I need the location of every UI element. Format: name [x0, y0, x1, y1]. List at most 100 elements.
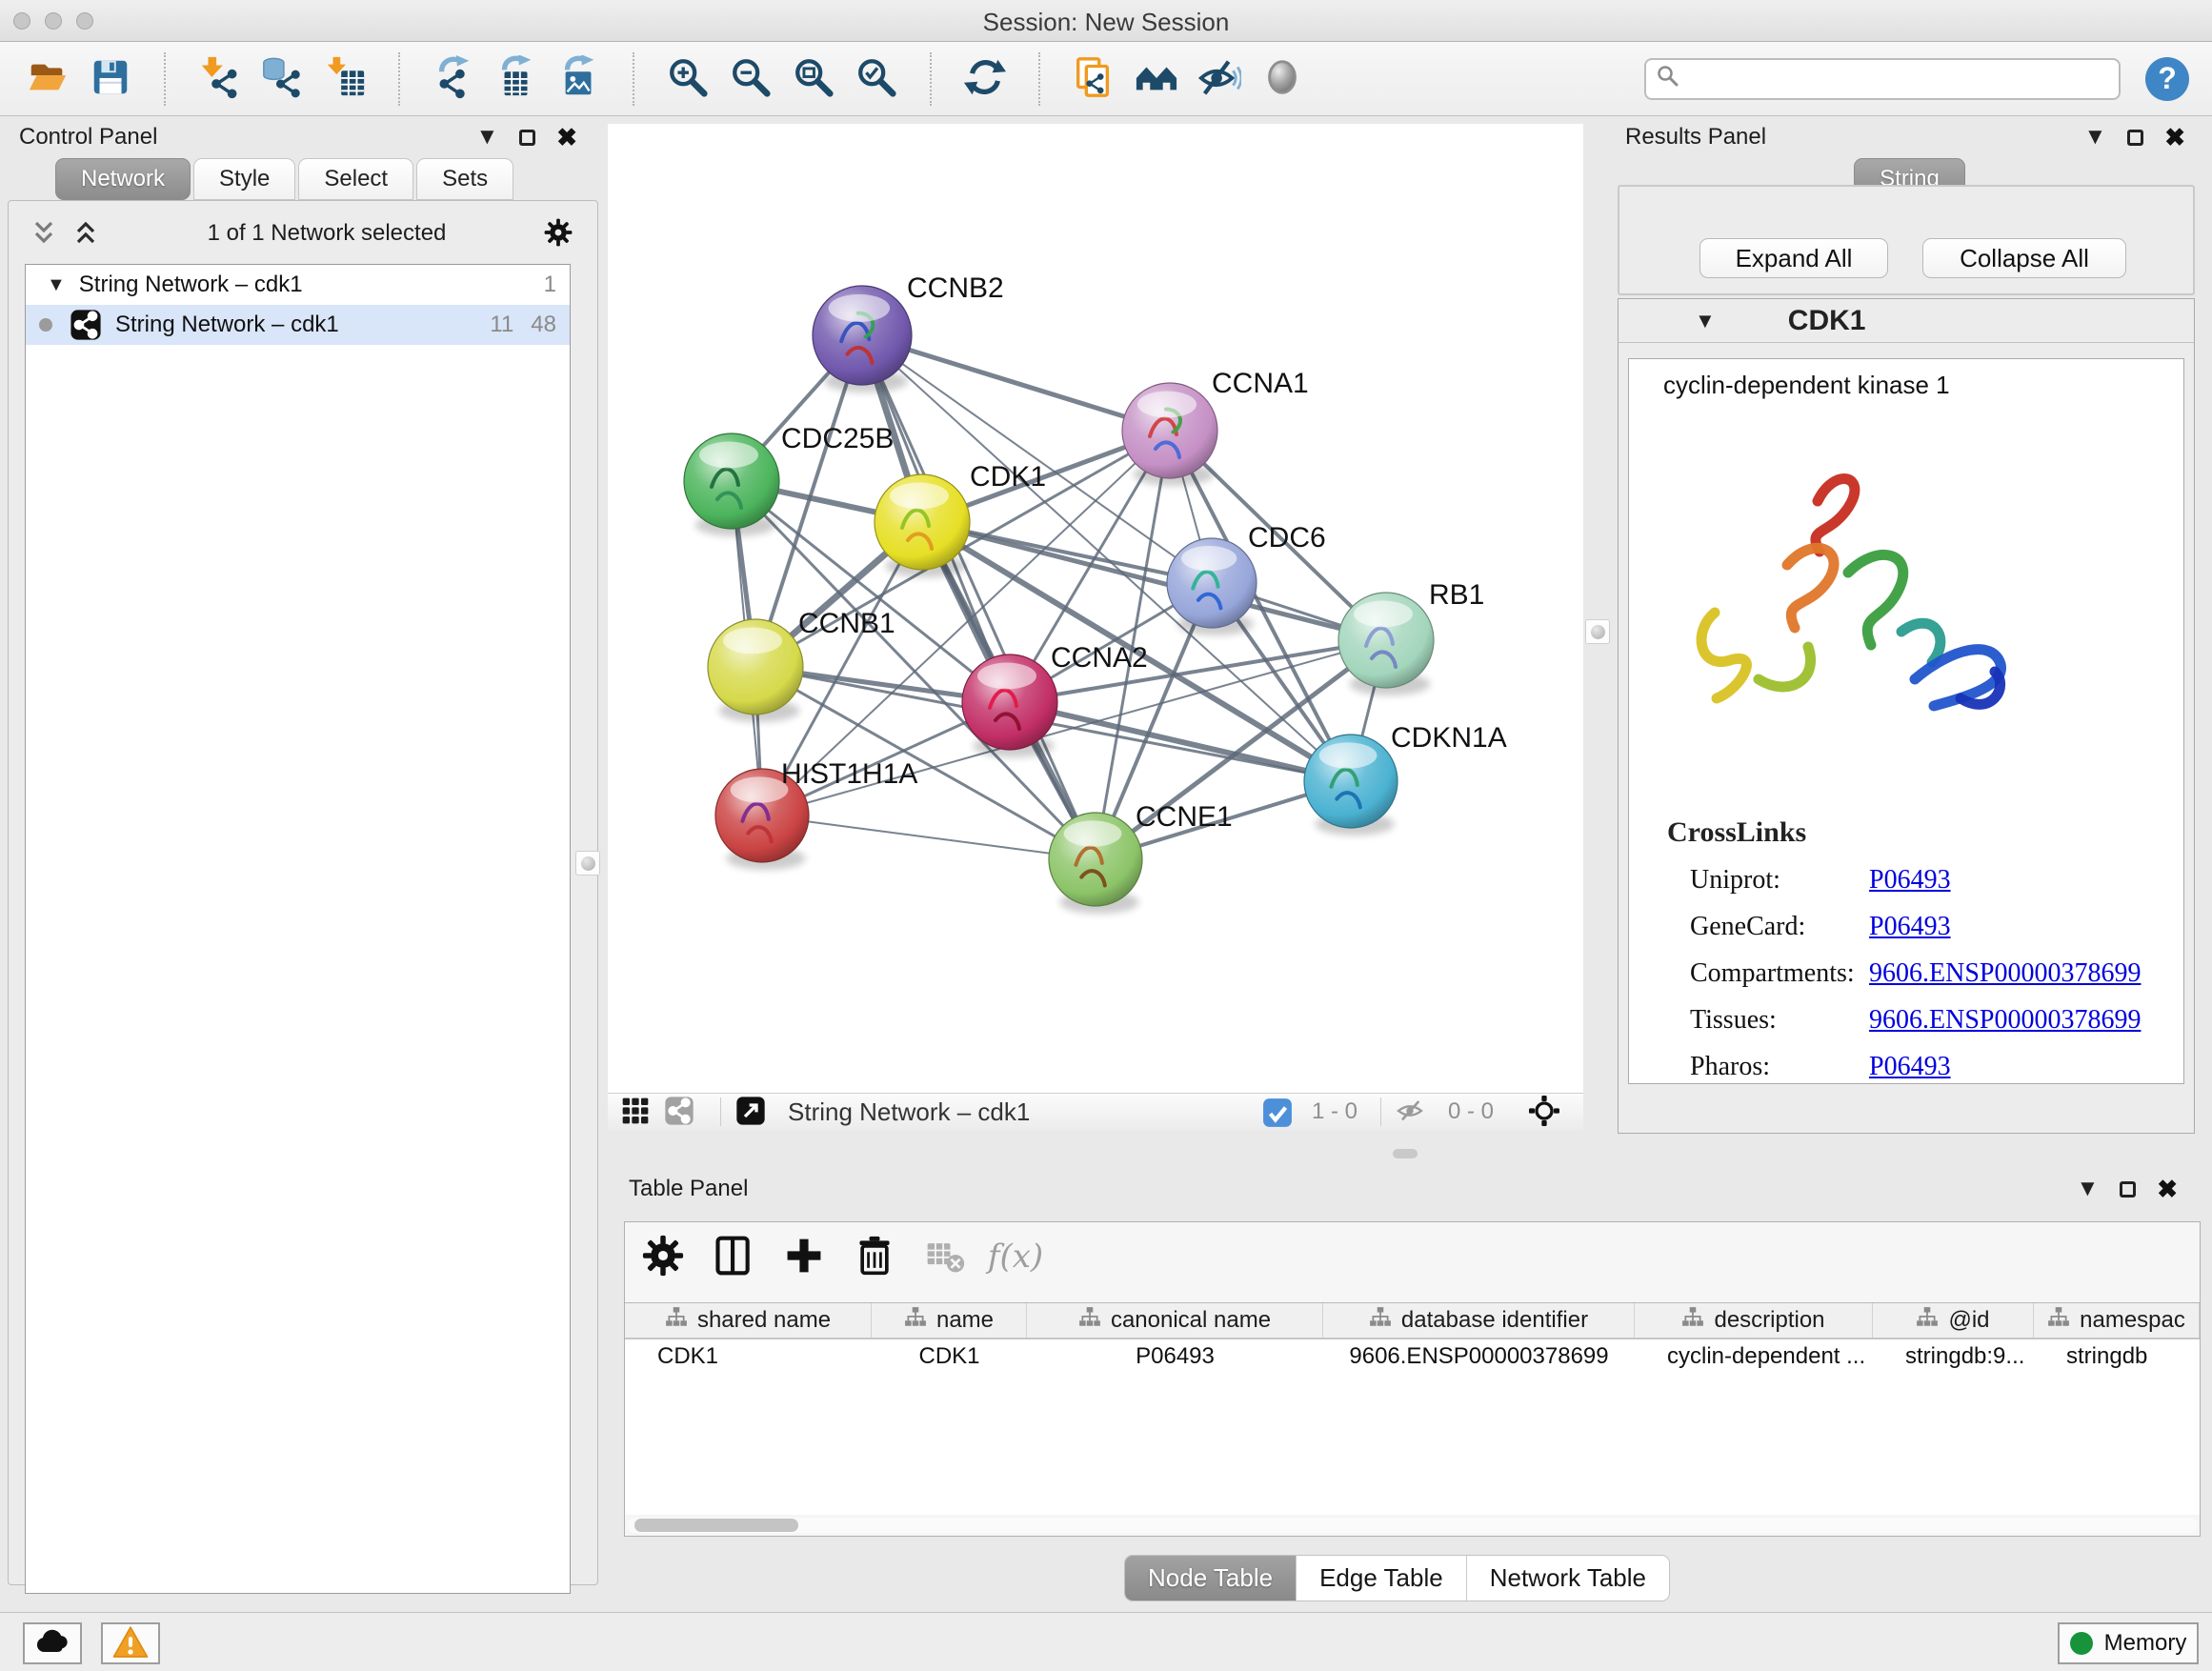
export-image-button[interactable] — [554, 54, 604, 104]
edge-HIST1H1A-CCNE1[interactable] — [762, 815, 1096, 859]
node-label-CCNB2: CCNB2 — [907, 272, 1004, 304]
clone-network-button[interactable] — [1069, 54, 1118, 104]
save-session-icon — [89, 55, 132, 102]
collapse-all-networks-icon[interactable] — [30, 218, 58, 250]
results-panel-float-icon[interactable] — [2127, 130, 2143, 146]
results-panel-close-icon[interactable]: ✖ — [2164, 125, 2185, 150]
node-CCNA1[interactable] — [1122, 383, 1217, 486]
function-builder-button[interactable]: f(x) — [991, 1232, 1040, 1281]
export-table-button[interactable] — [492, 54, 541, 104]
table-cell: stringdb — [2034, 1339, 2200, 1374]
help-button[interactable]: ? — [2145, 57, 2189, 101]
save-session-button[interactable] — [86, 54, 135, 104]
level-of-detail-button[interactable] — [1257, 54, 1307, 104]
node-CDK1[interactable] — [875, 474, 970, 577]
crosslink-link[interactable]: 9606.ENSP00000378699 — [1869, 1005, 2141, 1036]
control-panel-collapse-icon[interactable]: ▼ — [475, 126, 498, 149]
apply-preferred-layout-button[interactable] — [960, 54, 1010, 104]
delete-columns-button[interactable] — [850, 1232, 899, 1281]
string-network-graph[interactable]: CCNB2CCNA1CDC25BCDK1CDC6RB1CCNB1CCNA2CDK… — [608, 124, 1583, 1093]
results-panel-collapse-icon[interactable]: ▼ — [2083, 126, 2106, 149]
show-hide-columns-button[interactable] — [709, 1232, 758, 1281]
node-CDKN1A[interactable] — [1304, 735, 1398, 836]
network-row-selected[interactable]: String Network – cdk1 11 48 — [26, 305, 570, 345]
node-RB1[interactable] — [1338, 593, 1434, 695]
hide-graphics-details-button[interactable] — [1195, 54, 1244, 104]
import-network-from-database-button[interactable] — [257, 54, 307, 104]
crosslink-link[interactable]: P06493 — [1869, 1052, 1951, 1082]
column-header--id[interactable]: @id — [1873, 1303, 2034, 1338]
zoom-in-button[interactable] — [663, 54, 713, 104]
zoom-out-button[interactable] — [726, 54, 775, 104]
tab-network[interactable]: Network — [55, 158, 191, 200]
table-panel-float-icon[interactable] — [2120, 1181, 2136, 1198]
column-header-description[interactable]: description — [1635, 1303, 1873, 1338]
zoom-fit-content-button[interactable] — [789, 54, 838, 104]
tab-sets[interactable]: Sets — [416, 158, 513, 200]
network-label: String Network – cdk1 — [115, 312, 473, 338]
horizontal-splitter-handle[interactable] — [1393, 1149, 1418, 1158]
warnings-button[interactable] — [101, 1622, 160, 1664]
edge-CCNA2-CDKN1A[interactable] — [1010, 702, 1351, 781]
table-toolbar: f(x) — [638, 1232, 1040, 1281]
column-header-database-identifier[interactable]: database identifier — [1323, 1303, 1635, 1338]
collection-expander-icon[interactable]: ▼ — [47, 274, 66, 296]
network-collection-row[interactable]: ▼ String Network – cdk1 1 — [26, 265, 570, 305]
network-view-canvas[interactable]: CCNB2CCNA1CDC25BCDK1CDC6RB1CCNB1CCNA2CDK… — [608, 124, 1583, 1093]
cloud-status-button[interactable] — [23, 1622, 82, 1664]
export-network-button[interactable] — [429, 54, 478, 104]
column-header-shared-name[interactable]: shared name — [625, 1303, 872, 1338]
open-in-browser-icon[interactable] — [734, 1096, 767, 1128]
tab-network-table[interactable]: Network Table — [1467, 1556, 1669, 1601]
left-splitter-handle[interactable] — [575, 851, 600, 876]
column-header-namespac[interactable]: namespac — [2034, 1303, 2200, 1338]
node-CCNB1[interactable] — [708, 619, 803, 722]
table-row[interactable]: CDK1CDK1P064939606.ENSP00000378699cyclin… — [625, 1339, 2200, 1374]
search-input[interactable] — [1688, 62, 2109, 96]
control-panel-float-icon[interactable] — [519, 130, 535, 146]
right-splitter-handle[interactable] — [1585, 619, 1610, 644]
delete-table-button[interactable] — [920, 1232, 970, 1281]
expand-all-button[interactable]: Expand All — [1699, 238, 1888, 278]
gene-entry-header[interactable]: ▼ CDK1 — [1619, 299, 2194, 343]
control-panel-close-icon[interactable]: ✖ — [556, 125, 577, 150]
delete-columns-icon — [854, 1235, 895, 1279]
tab-edge-table[interactable]: Edge Table — [1297, 1556, 1467, 1601]
column-label: shared name — [697, 1307, 831, 1334]
crosslink-link[interactable]: 9606.ENSP00000378699 — [1869, 958, 2141, 989]
table-settings-button[interactable] — [638, 1232, 688, 1281]
crosslink-link[interactable]: P06493 — [1869, 912, 1951, 942]
birds-eye-view-icon[interactable] — [619, 1096, 652, 1128]
node-CCNA2[interactable] — [962, 654, 1057, 757]
create-column-button[interactable] — [779, 1232, 829, 1281]
string-share-icon[interactable] — [663, 1096, 695, 1128]
column-header-name[interactable]: name — [872, 1303, 1027, 1338]
memory-button[interactable]: Memory — [2058, 1622, 2199, 1664]
zoom-selected-button[interactable] — [852, 54, 901, 104]
open-session-button[interactable] — [23, 54, 72, 104]
table-panel-collapse-icon[interactable]: ▼ — [2076, 1178, 2099, 1200]
string-home-button[interactable] — [1132, 54, 1181, 104]
column-header-canonical-name[interactable]: canonical name — [1027, 1303, 1323, 1338]
gene-expander-icon[interactable]: ▼ — [1695, 309, 1716, 333]
move-crosshair-icon[interactable] — [1528, 1096, 1560, 1128]
table-panel-close-icon[interactable]: ✖ — [2157, 1177, 2178, 1201]
collapse-all-button[interactable]: Collapse All — [1922, 238, 2126, 278]
tab-style[interactable]: Style — [193, 158, 295, 200]
hidden-eye-icon[interactable] — [1395, 1096, 1427, 1128]
import-table-from-file-button[interactable] — [320, 54, 370, 104]
node-CCNE1[interactable] — [1049, 813, 1142, 914]
node-CCNB2[interactable] — [813, 286, 912, 393]
import-network-from-file-button[interactable] — [194, 54, 244, 104]
node-CDC6[interactable] — [1167, 538, 1257, 635]
node-CDC25B[interactable] — [684, 433, 779, 536]
network-options-gear-icon[interactable] — [540, 215, 576, 252]
crosslink-link[interactable]: P06493 — [1869, 865, 1951, 896]
tab-select[interactable]: Select — [298, 158, 413, 200]
scrollbar-thumb[interactable] — [634, 1519, 798, 1532]
table-horizontal-scrollbar[interactable] — [627, 1518, 2198, 1533]
selected-checkbox-icon[interactable] — [1262, 1097, 1291, 1126]
tab-node-table[interactable]: Node Table — [1125, 1556, 1297, 1601]
results-entry-box: ▼ CDK1 cyclin-dependent kinase 1 CrossLi… — [1618, 298, 2195, 1134]
expand-all-networks-icon[interactable] — [71, 218, 100, 250]
